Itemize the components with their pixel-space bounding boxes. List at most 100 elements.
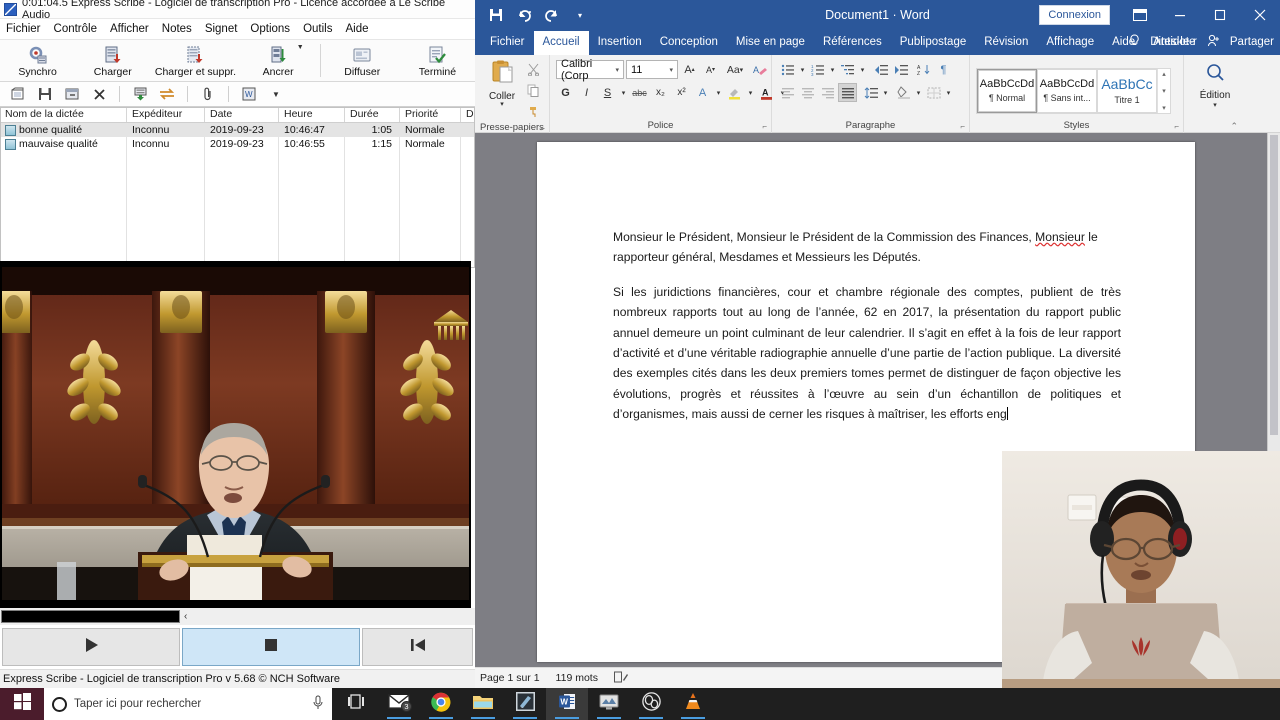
font-dialog-launcher-icon[interactable]: ⌐ <box>762 120 767 133</box>
col-heure[interactable]: Heure <box>279 107 345 122</box>
table-row[interactable]: mauvaise qualité Inconnu 2019-09-23 10:4… <box>0 137 475 151</box>
ribbon-synchro-button[interactable]: Synchro <box>0 40 75 81</box>
cortana-ring-icon[interactable] <box>52 696 67 712</box>
bullets-caret-icon[interactable]: ▾ <box>798 60 807 79</box>
editing-dropdown-caret-icon[interactable]: ▾ <box>1213 101 1217 109</box>
text-effects-caret-icon[interactable]: ▾ <box>714 83 723 102</box>
menu-fichier[interactable]: Fichier <box>6 23 41 35</box>
redo-icon[interactable] <box>543 6 561 24</box>
style-titre-1[interactable]: AaBbCc Titre 1 <box>1097 68 1157 113</box>
justify-icon[interactable] <box>838 83 857 102</box>
task-view-button[interactable] <box>336 688 378 720</box>
play-button[interactable] <box>2 628 180 666</box>
multilevel-list-icon[interactable] <box>838 60 857 79</box>
start-button[interactable] <box>0 688 44 720</box>
tell-me-label[interactable]: Dites-le-r <box>1150 36 1197 48</box>
ribbon-diffuser-button[interactable]: Diffuser <box>325 40 400 81</box>
strikethrough-icon[interactable]: abc <box>630 83 649 102</box>
styles-more-icon[interactable]: ▾ <box>1162 104 1166 112</box>
line-spacing-caret-icon[interactable]: ▾ <box>881 83 890 102</box>
numbering-icon[interactable]: 123 <box>808 60 827 79</box>
ribbon-charger-button[interactable]: Charger <box>75 40 150 81</box>
attach-clip-icon[interactable] <box>197 84 219 104</box>
document-text[interactable]: Monsieur le Président, Monsieur le Prési… <box>613 227 1121 439</box>
tab-publipostage[interactable]: Publipostage <box>891 31 976 55</box>
cut-scissors-icon[interactable] <box>524 60 543 79</box>
borders-icon[interactable] <box>924 83 943 102</box>
toolbar-dropdown-caret-icon[interactable]: ▼ <box>265 84 287 104</box>
archive-icon[interactable] <box>61 84 83 104</box>
menu-aide[interactable]: Aide <box>345 23 368 35</box>
tab-insertion[interactable]: Insertion <box>589 31 651 55</box>
font-name-combo[interactable]: Calibri (Corp ▾ <box>556 58 624 82</box>
chevron-down-icon[interactable]: ▾ <box>667 66 675 74</box>
show-marks-icon[interactable]: ¶ <box>934 60 953 79</box>
col-priorite[interactable]: Priorité <box>400 107 461 122</box>
sign-in-button[interactable]: Connexion <box>1039 5 1110 25</box>
table-row[interactable]: bonne qualité Inconnu 2019-09-23 10:46:4… <box>0 123 475 137</box>
delete-x-icon[interactable] <box>88 84 110 104</box>
save-icon[interactable] <box>34 84 56 104</box>
sort-icon[interactable]: AZ <box>914 60 933 79</box>
align-left-icon[interactable] <box>778 83 797 102</box>
col-duree[interactable]: Durée <box>345 107 400 122</box>
paste-clipboard-icon[interactable] <box>489 59 515 90</box>
align-center-icon[interactable] <box>798 83 817 102</box>
search-box[interactable]: Taper ici pour rechercher <box>44 688 332 720</box>
grow-font-icon[interactable]: A ▴ <box>680 60 699 79</box>
microphone-icon[interactable] <box>312 695 324 713</box>
shading-caret-icon[interactable]: ▾ <box>914 83 923 102</box>
paragraph-dialog-launcher-icon[interactable]: ⌐ <box>960 120 965 133</box>
italic-icon[interactable]: I <box>577 83 596 102</box>
video-player-panel[interactable] <box>0 261 471 608</box>
menu-options[interactable]: Options <box>250 23 290 35</box>
underline-icon[interactable]: S <box>598 83 617 102</box>
align-right-icon[interactable] <box>818 83 837 102</box>
font-size-combo[interactable]: 11 ▾ <box>626 60 678 79</box>
share-person-icon[interactable] <box>1207 34 1220 50</box>
shrink-font-icon[interactable]: A ▾ <box>701 60 720 79</box>
col-extra[interactable]: Da <box>461 107 475 122</box>
tab-revision[interactable]: Révision <box>975 31 1037 55</box>
send-down-icon[interactable] <box>129 84 151 104</box>
ribbon-ancrer-button[interactable]: Ancrer ▼ <box>241 40 316 81</box>
style-sans-interligne[interactable]: AaBbCcDd ¶ Sans int... <box>1037 68 1097 113</box>
paste-dropdown-caret-icon[interactable]: ▾ <box>500 101 504 108</box>
style-normal[interactable]: AaBbCcDd ¶ Normal <box>977 68 1037 113</box>
highlight-caret-icon[interactable]: ▾ <box>746 83 755 102</box>
menu-notes[interactable]: Notes <box>162 23 192 35</box>
tab-fichier[interactable]: Fichier <box>481 31 534 55</box>
tab-accueil[interactable]: Accueil <box>533 31 589 55</box>
decrease-indent-icon[interactable] <box>871 60 890 79</box>
menu-afficher[interactable]: Afficher <box>110 23 149 35</box>
ribbon-charger-supprimer-button[interactable]: Charger et suppr. <box>150 40 240 81</box>
webcam-overlay[interactable] <box>1002 451 1280 688</box>
stop-button[interactable] <box>182 628 360 666</box>
col-expediteur[interactable]: Expéditeur <box>127 107 205 122</box>
text-effects-icon[interactable]: A <box>693 83 712 102</box>
dictation-list[interactable]: Nom de la dictée Expéditeur Date Heure D… <box>0 107 475 268</box>
borders-caret-icon[interactable]: ▾ <box>944 83 953 102</box>
taskbar-chrome[interactable] <box>420 688 462 720</box>
taskbar-word[interactable]: W <box>546 688 588 720</box>
search-magnifier-icon[interactable] <box>1202 61 1228 90</box>
ribbon-termine-button[interactable]: Terminé <box>400 40 475 81</box>
styles-scroll-down-icon[interactable]: ▾ <box>1162 87 1166 95</box>
page-indicator[interactable]: Page 1 sur 1 <box>480 672 540 684</box>
editing-label[interactable]: Édition <box>1200 90 1231 101</box>
scrub-progress-bar[interactable] <box>1 610 180 623</box>
rewind-button[interactable] <box>362 628 473 666</box>
menu-outils[interactable]: Outils <box>303 23 332 35</box>
clear-formatting-icon[interactable]: A <box>750 60 769 79</box>
shading-icon[interactable] <box>894 83 913 102</box>
chevron-down-icon[interactable]: ▾ <box>613 66 621 74</box>
taskbar-vlc[interactable] <box>672 688 714 720</box>
taskbar-file-explorer[interactable] <box>462 688 504 720</box>
open-folder-icon[interactable] <box>7 84 29 104</box>
highlight-icon[interactable] <box>725 83 744 102</box>
restore-icon[interactable] <box>1200 0 1240 30</box>
col-date[interactable]: Date <box>205 107 279 122</box>
taskbar-express-scribe[interactable] <box>504 688 546 720</box>
undo-icon[interactable] <box>515 6 533 24</box>
collapse-ribbon-icon[interactable]: ⌃ <box>1230 120 1238 133</box>
